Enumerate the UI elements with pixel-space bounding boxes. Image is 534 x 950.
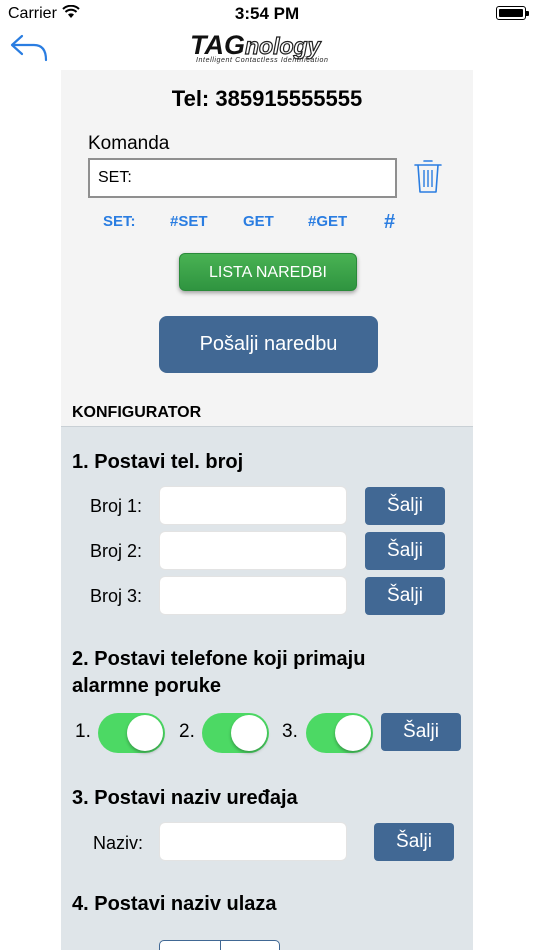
send-alarm-phones-button[interactable]: Šalji bbox=[381, 713, 461, 751]
send-phone-1-button[interactable]: Šalji bbox=[365, 487, 445, 525]
quick-hash-get-button[interactable]: #GET bbox=[308, 213, 347, 230]
phone-2-input[interactable] bbox=[159, 531, 347, 570]
phone-number-title: Tel: 385915555555 bbox=[171, 86, 363, 111]
command-input[interactable] bbox=[88, 158, 397, 198]
phone-3-label: Broj 3: bbox=[90, 586, 143, 606]
configurator-heading: KONFIGURATOR bbox=[72, 404, 202, 421]
section-phone-numbers-title: 1. Postavi tel. broj bbox=[72, 451, 244, 473]
switch-2-label: 2. bbox=[179, 721, 195, 742]
quick-get-button[interactable]: GET bbox=[243, 213, 274, 230]
alarm-phone-1-toggle[interactable] bbox=[98, 713, 165, 753]
alarm-phone-2-toggle[interactable] bbox=[202, 713, 269, 753]
phone-3-input[interactable] bbox=[159, 576, 347, 615]
section-input-names-title: 4. Postavi naziv ulaza bbox=[72, 893, 277, 915]
send-phone-2-button[interactable]: Šalji bbox=[365, 532, 445, 570]
phone-1-label: Broj 1: bbox=[90, 496, 143, 516]
send-command-button[interactable]: Pošalji naredbu bbox=[159, 316, 378, 373]
nav-bar: TAGnology Intelligent Contactless Identi… bbox=[0, 28, 534, 70]
section-device-name-title: 3. Postavi naziv uređaja bbox=[72, 787, 298, 809]
quick-hash-set-button[interactable]: #SET bbox=[170, 213, 208, 230]
send-phone-3-button[interactable]: Šalji bbox=[365, 577, 445, 615]
switch-3-label: 3. bbox=[282, 721, 298, 742]
quick-hash-button[interactable]: # bbox=[384, 211, 395, 234]
status-time: 3:54 PM bbox=[234, 4, 300, 23]
logo-tagline: Intelligent Contactless Identification bbox=[196, 57, 329, 64]
device-name-label: Naziv: bbox=[93, 833, 144, 853]
alarm-phone-3-toggle[interactable] bbox=[306, 713, 373, 753]
back-arrow-icon[interactable] bbox=[8, 30, 52, 64]
command-list-button[interactable]: LISTA NAREDBI bbox=[179, 253, 357, 291]
tagnology-logo: TAGnology Intelligent Contactless Identi… bbox=[190, 30, 329, 64]
phone-2-label: Broj 2: bbox=[90, 541, 143, 561]
section-alarm-phones-title: 2. Postavi telefone koji primaju alarmne… bbox=[72, 648, 366, 697]
send-device-name-button[interactable]: Šalji bbox=[374, 823, 454, 861]
input-segment-control[interactable] bbox=[159, 940, 280, 950]
device-name-input[interactable] bbox=[159, 822, 347, 861]
phone-1-input[interactable] bbox=[159, 486, 347, 525]
battery-icon bbox=[496, 6, 529, 20]
quick-set-button[interactable]: SET: bbox=[103, 213, 136, 230]
trash-icon[interactable] bbox=[413, 158, 443, 194]
status-bar: Carrier 3:54 PM bbox=[0, 0, 534, 28]
switch-1-label: 1. bbox=[75, 721, 91, 742]
command-label: Komanda bbox=[88, 133, 170, 154]
